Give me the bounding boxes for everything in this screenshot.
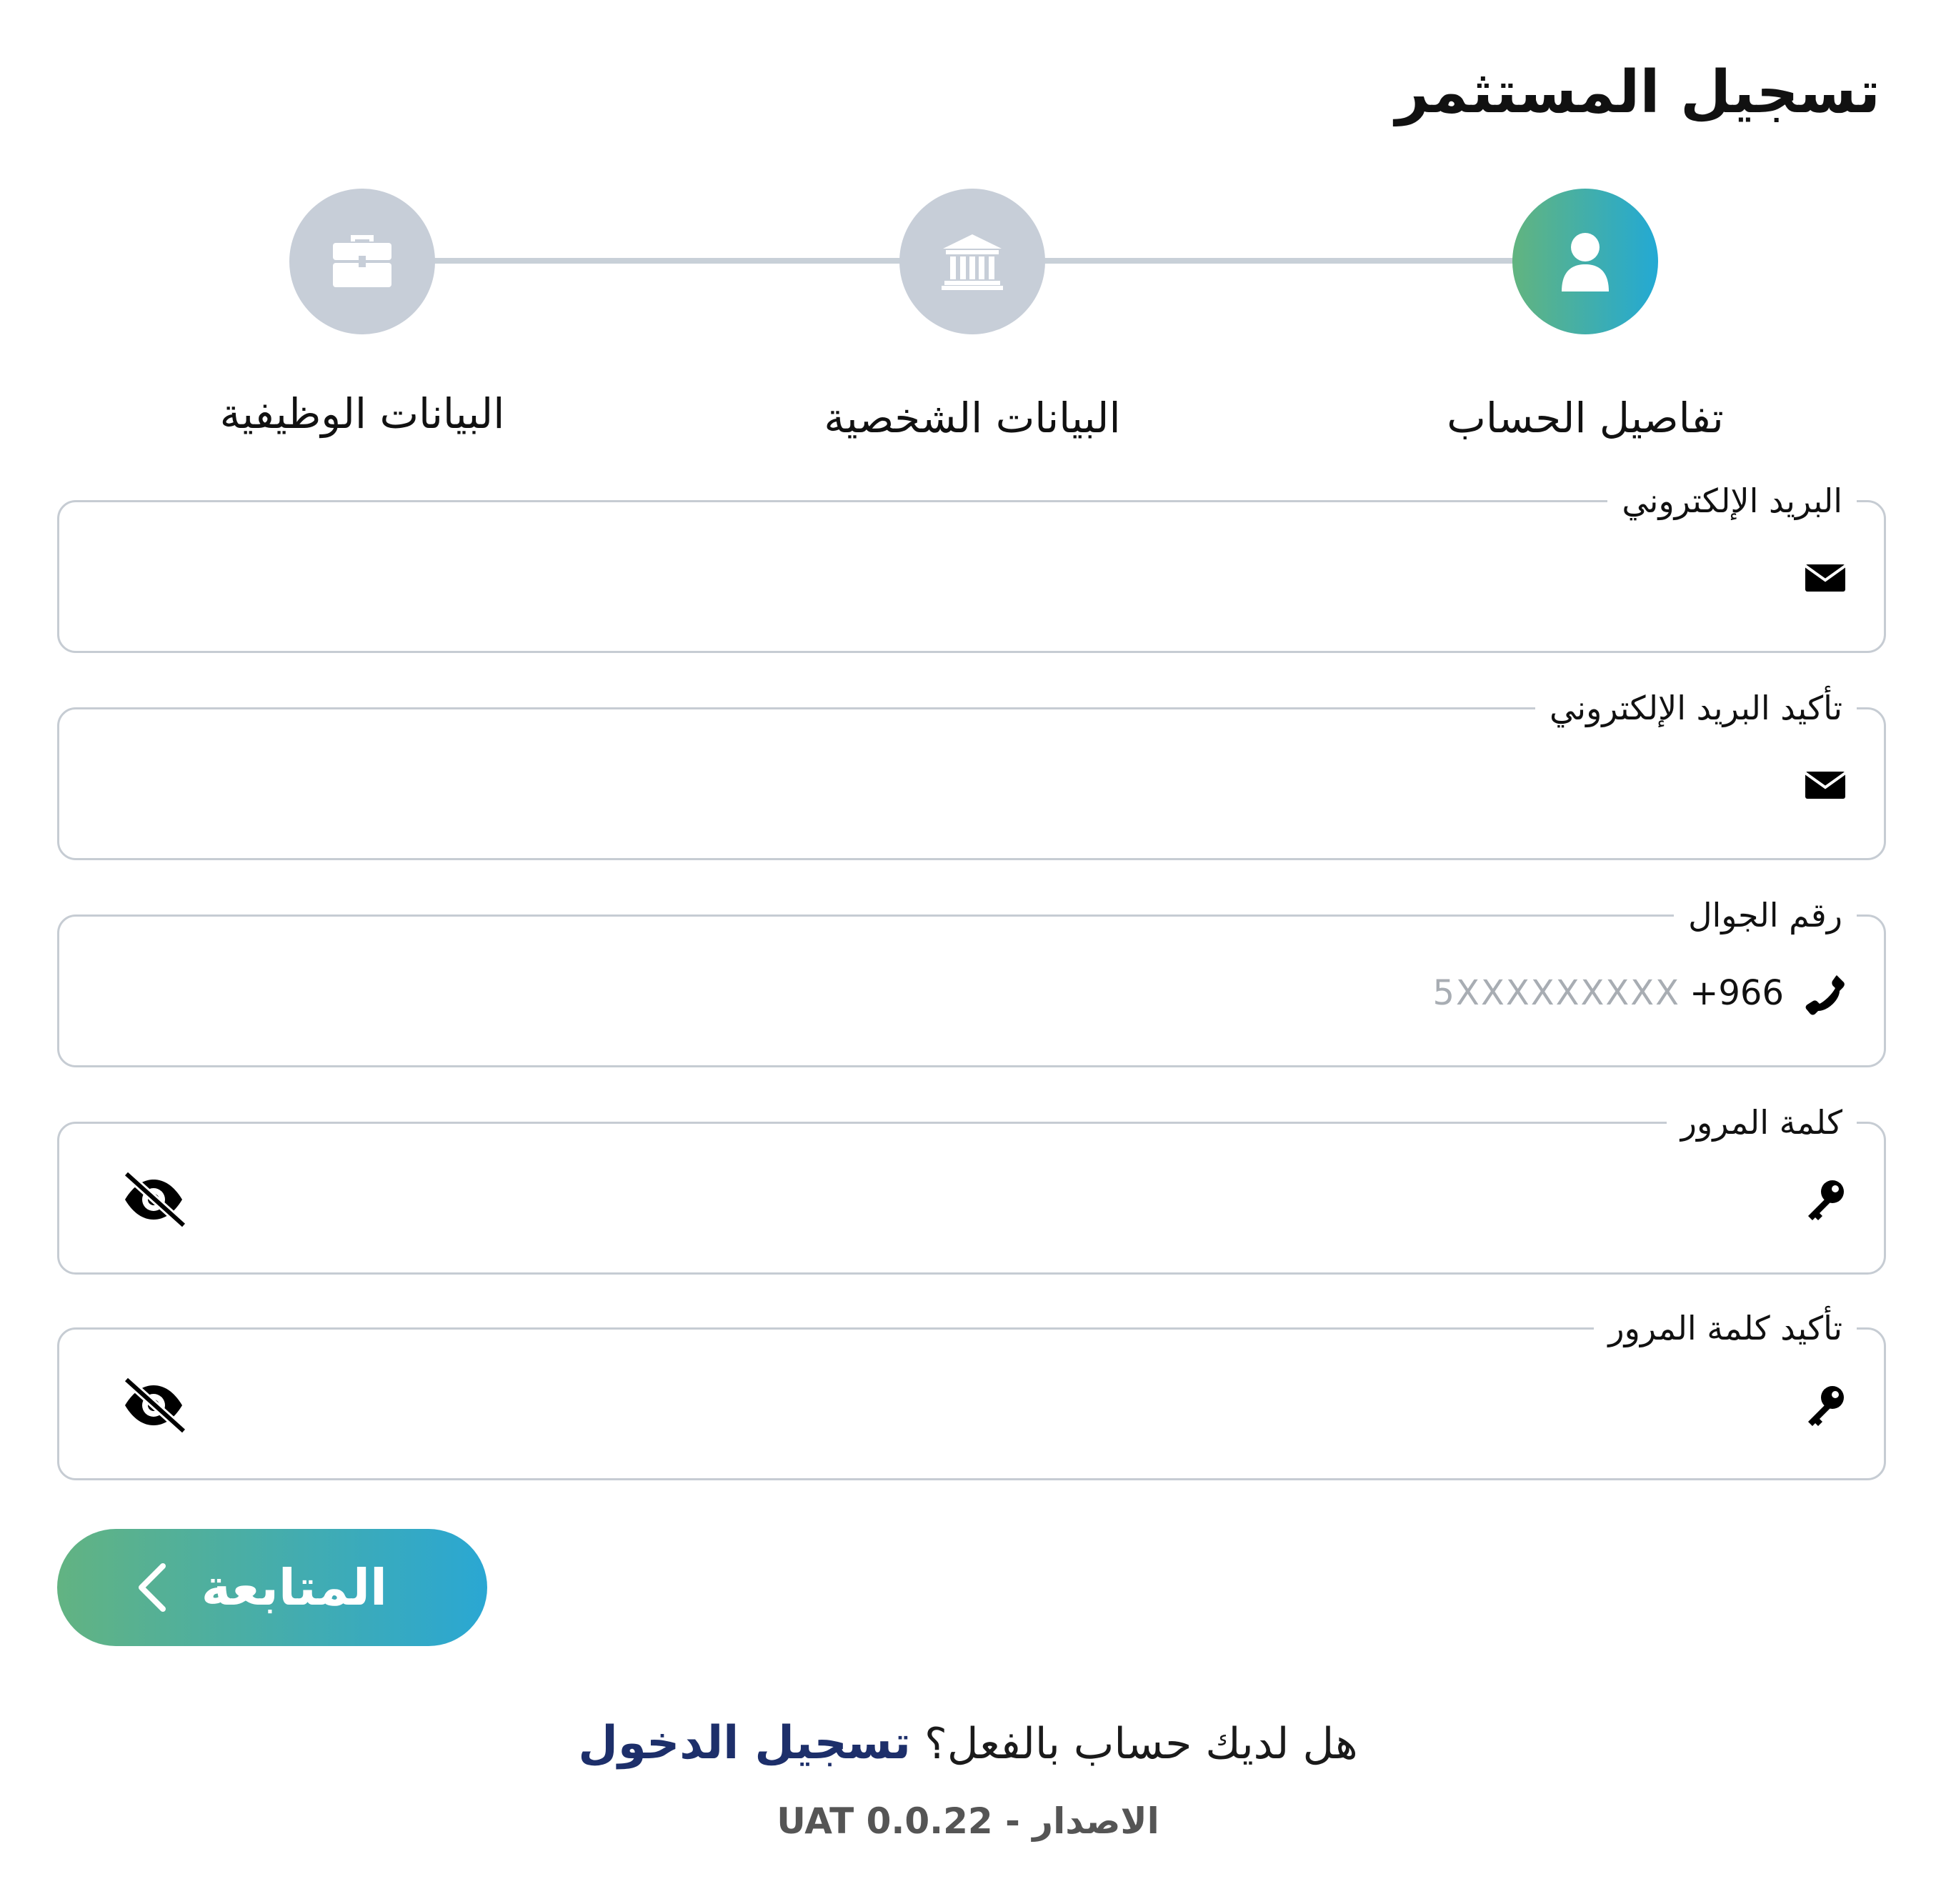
phone-icon <box>1805 975 1845 1015</box>
step-label-account-details: تفاصيل الحساب <box>1447 394 1724 442</box>
email-field-label: البريد الإلكتروني <box>1607 479 1857 522</box>
key-icon <box>1808 1180 1844 1220</box>
confirm-email-field-label: تأكيد البريد الإلكتروني <box>1535 687 1857 729</box>
confirm-password-field[interactable]: تأكيد كلمة المرور <box>57 1307 1886 1480</box>
step-account-details[interactable] <box>1512 189 1658 334</box>
chevron-left-icon <box>139 1563 166 1612</box>
country-code-prefix: +966 <box>1690 973 1784 1013</box>
stepper-connector <box>432 258 904 264</box>
login-prompt-text: هل لديك حساب بالفعل؟ <box>924 1719 1358 1769</box>
user-icon <box>1562 233 1609 291</box>
step-personal-data[interactable] <box>899 189 1045 334</box>
eye-off-icon[interactable] <box>119 1377 188 1434</box>
confirm-password-field-label: تأكيد كلمة المرور <box>1594 1307 1857 1350</box>
step-label-employment-data: البيانات الوظيفية <box>219 389 505 438</box>
password-field[interactable]: كلمة المرور <box>57 1101 1886 1275</box>
mail-icon <box>1804 772 1847 799</box>
stepper-connector <box>1043 258 1515 264</box>
key-icon <box>1808 1386 1844 1426</box>
password-field-label: كلمة المرور <box>1666 1101 1857 1144</box>
mobile-input-placeholder[interactable]: 5XXXXXXXXX <box>1433 968 1680 1018</box>
step-employment-data[interactable] <box>289 189 435 334</box>
briefcase-icon <box>333 235 391 287</box>
email-field[interactable]: البريد الإلكتروني <box>57 479 1886 653</box>
version-label: الاصدار - UAT 0.0.22 <box>777 1800 1159 1842</box>
login-prompt-row: هل لديك حساب بالفعل؟ تسجيل الدخول <box>0 1715 1936 1773</box>
continue-button-label: المتابعة <box>201 1558 387 1617</box>
page-title: تسجيل المستثمر <box>1395 59 1880 126</box>
mobile-field[interactable]: رقم الجوال +966 5XXXXXXXXX <box>57 894 1886 1067</box>
continue-button[interactable]: المتابعة <box>57 1529 487 1646</box>
bank-icon <box>942 234 1003 290</box>
eye-off-icon[interactable] <box>119 1171 188 1228</box>
mail-icon <box>1804 564 1847 592</box>
login-link[interactable]: تسجيل الدخول <box>578 1717 911 1770</box>
step-label-personal-data: البيانات الشخصية <box>824 394 1121 442</box>
confirm-email-field[interactable]: تأكيد البريد الإلكتروني <box>57 687 1886 860</box>
mobile-field-label: رقم الجوال <box>1674 894 1857 937</box>
